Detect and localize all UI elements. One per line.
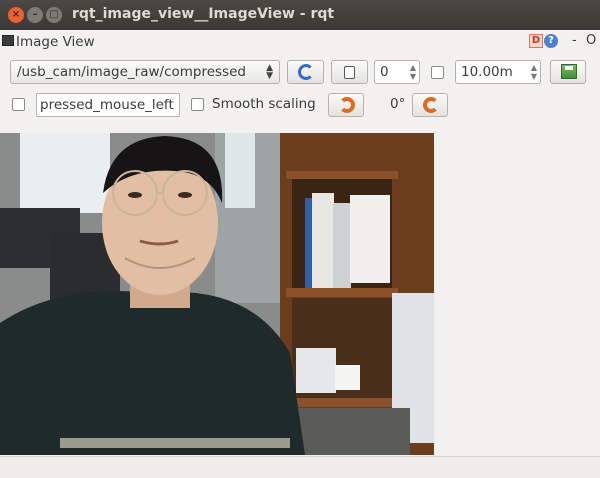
- topic-select[interactable]: /usb_cam/image_raw/compressed ▲ ▼: [10, 60, 280, 84]
- max-depth-value: 0: [380, 64, 389, 80]
- bag-icon: [344, 66, 355, 79]
- smooth-scaling-label: Smooth scaling: [212, 96, 316, 112]
- help-icon[interactable]: ?: [544, 34, 558, 48]
- spin-arrows-icon[interactable]: ▲ ▼: [531, 63, 537, 81]
- rate-value: 10.00m: [461, 64, 513, 80]
- rate-checkbox[interactable]: [431, 66, 444, 79]
- rotate-left-icon: [339, 97, 355, 113]
- camera-frame-image: [0, 133, 434, 455]
- plugin-minimize-button[interactable]: -: [572, 33, 577, 48]
- window-title: rqt_image_view__ImageView - rqt: [72, 6, 335, 22]
- status-bar: [0, 456, 600, 478]
- smooth-scaling-checkbox[interactable]: [191, 98, 204, 111]
- refresh-icon: [298, 64, 314, 80]
- window-close-button[interactable]: ×: [8, 7, 24, 23]
- plugin-close-button[interactable]: O: [586, 33, 596, 48]
- max-depth-spinbox[interactable]: 0 ▲ ▼: [374, 60, 420, 84]
- rotate-left-button[interactable]: [328, 93, 364, 117]
- window-maximize-button[interactable]: □: [46, 7, 62, 23]
- rotate-right-button[interactable]: [412, 93, 448, 117]
- save-image-icon: [561, 64, 577, 79]
- window-titlebar: × – □ rqt_image_view__ImageView - rqt: [0, 0, 600, 30]
- window-minimize-button[interactable]: –: [27, 7, 43, 23]
- rotate-right-icon: [423, 97, 439, 113]
- rate-spinbox[interactable]: 10.00m ▲ ▼: [455, 60, 541, 84]
- chevron-updown-icon: ▲ ▼: [266, 63, 273, 81]
- save-image-button[interactable]: [550, 60, 586, 84]
- topic-select-value: /usb_cam/image_raw/compressed: [17, 64, 246, 80]
- bag-button[interactable]: [331, 60, 368, 84]
- spin-arrows-icon[interactable]: ▲ ▼: [410, 63, 416, 81]
- plugin-title: Image View: [16, 34, 95, 50]
- dock-d-icon[interactable]: D: [529, 34, 543, 48]
- refresh-button[interactable]: [287, 60, 324, 84]
- rotation-label: 0°: [390, 96, 406, 112]
- plugin-header: Image View D ? - O: [0, 31, 600, 51]
- mouse-publish-checkbox[interactable]: [12, 98, 25, 111]
- plugin-window-icon: [2, 35, 14, 46]
- mouse-topic-input[interactable]: pressed_mouse_left: [36, 93, 180, 117]
- camera-image-view[interactable]: [0, 133, 434, 455]
